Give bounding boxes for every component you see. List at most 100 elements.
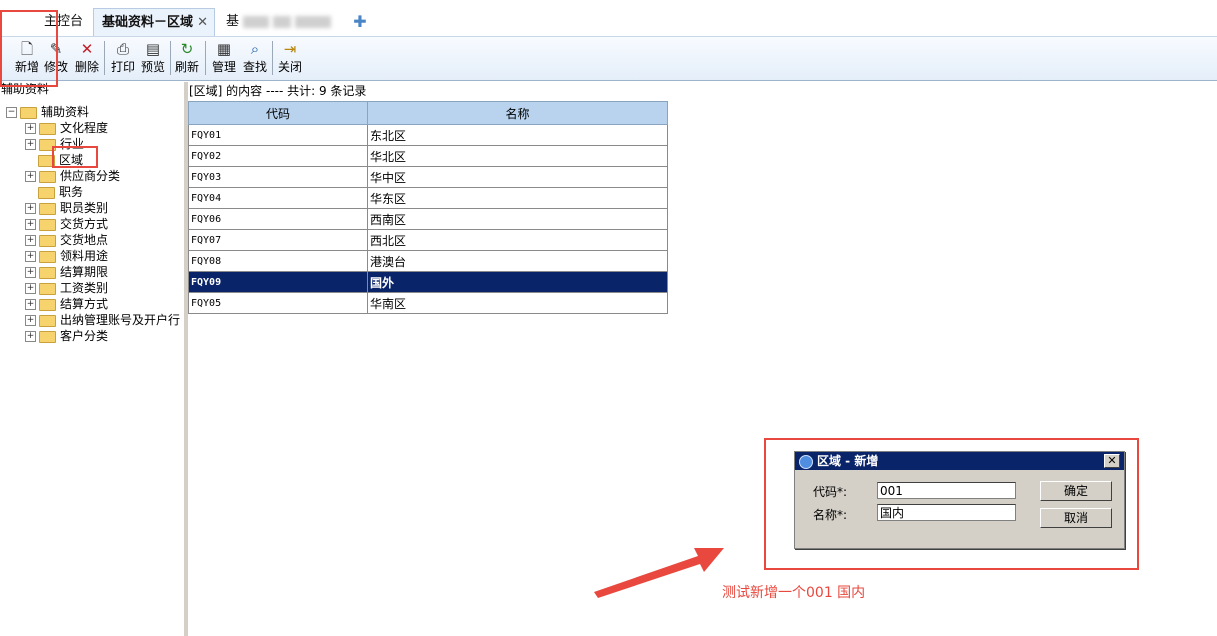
tree-item-label: 结算方式 [60,297,109,311]
collapse-icon[interactable]: − [6,107,17,118]
button-label: 删除 [74,60,99,74]
refresh-button[interactable]: ↻ 刷新 [172,39,202,79]
tab-label: 基础资料－区域 [102,15,194,30]
tab-basic-data-region[interactable]: 基础资料－区域 ✕ [93,8,215,36]
folder-icon [39,218,56,231]
column-header-name[interactable]: 名称 [367,101,668,125]
delete-button[interactable]: ✕ 删除 [72,39,102,79]
table-row[interactable]: FQY02 华北区 [188,145,668,167]
name-cell: 华南区 [367,292,668,314]
name-cell: 华北区 [367,145,668,167]
manage-button[interactable]: ▦ 管理 [209,39,239,79]
close-tab-icon[interactable]: ✕ [197,9,208,37]
expand-icon[interactable]: + [25,171,36,182]
blurred-text [273,15,292,28]
folder-icon [38,186,55,199]
button-label: 打印 [110,60,135,74]
name-input[interactable]: 国内 [877,504,1016,521]
expand-icon[interactable]: + [25,235,36,246]
tree-item[interactable]: + 供应商分类 [25,168,120,184]
tree-item[interactable]: + 交货方式 [25,216,108,232]
preview-button[interactable]: ▤ 预览 [138,39,168,79]
name-label: 名称*: [813,508,848,522]
refresh-icon: ↻ [180,40,194,58]
print-button[interactable]: ⎙ 打印 [108,39,138,79]
dialog-close-icon[interactable]: ✕ [1104,454,1120,468]
expand-icon[interactable]: + [25,123,36,134]
tree-item[interactable]: + 出纳管理账号及开户行 [25,312,180,328]
annotation-box-tree [52,146,98,168]
data-grid: 代码 名称 FQY01 东北区 FQY02 华北区 FQY03 华中区 FQY04 华东区 FQ… [188,101,668,314]
table-row[interactable]: FQY08 港澳台 [188,250,668,272]
expand-icon[interactable]: + [25,203,36,214]
button-label: 查找 [242,60,267,74]
expand-icon[interactable]: + [25,315,36,326]
find-button[interactable]: ⌕ 查找 [240,39,270,79]
preview-icon: ▤ [145,40,161,58]
tree-item[interactable]: + 交货地点 [25,232,108,248]
add-tab-icon[interactable]: ✚ [350,8,370,36]
tab-bar: 主控台 基础资料－区域 ✕ 基 ✚ [0,0,1217,37]
name-cell: 华东区 [367,187,668,209]
tree-item[interactable]: 职务 [38,184,83,200]
tree-item-label: 出纳管理账号及开户行 [60,313,181,327]
expand-icon[interactable]: + [25,219,36,230]
tree-item[interactable]: + 结算期限 [25,264,108,280]
tree-root[interactable]: − 辅助资料 [6,104,89,120]
dialog-title: 区域 - 新增 [817,454,879,468]
folder-icon [39,298,56,311]
name-cell: 华中区 [367,166,668,188]
expand-icon[interactable]: + [25,331,36,342]
tree-item[interactable]: + 结算方式 [25,296,108,312]
expand-icon[interactable]: + [25,299,36,310]
folder-icon [39,266,56,279]
column-header-code[interactable]: 代码 [188,101,368,125]
expand-icon[interactable]: + [25,251,36,262]
tree-item[interactable]: + 工资类别 [25,280,108,296]
table-row[interactable]: FQY04 华东区 [188,187,668,209]
expand-icon[interactable]: + [25,267,36,278]
folder-icon [39,202,56,215]
close-button[interactable]: ⇥ 关闭 [275,39,305,79]
tree-item[interactable]: + 客户分类 [25,328,108,344]
blurred-text [295,15,332,28]
button-label: 管理 [211,60,236,74]
table-row[interactable]: FQY05 华南区 [188,292,668,314]
find-icon: ⌕ [250,40,260,58]
table-row[interactable]: FQY06 西南区 [188,208,668,230]
folder-icon [39,170,56,183]
annotation-arrow [594,548,724,598]
delete-icon: ✕ [80,40,94,58]
button-label: 刷新 [174,60,199,74]
folder-icon [39,250,56,263]
tree-item-label: 职员类别 [60,201,109,215]
tree-item[interactable]: + 领料用途 [25,248,108,264]
folder-icon [39,122,56,135]
button-label: 关闭 [277,60,302,74]
table-row[interactable]: FQY09 国外 [188,271,668,293]
table-row[interactable]: FQY03 华中区 [188,166,668,188]
app-icon [799,455,813,469]
table-row[interactable]: FQY01 东北区 [188,124,668,146]
code-cell: FQY05 [188,292,368,314]
table-row[interactable]: FQY07 西北区 [188,229,668,251]
code-cell: FQY09 [188,271,368,293]
tree-item-label: 领料用途 [60,249,109,263]
name-cell: 西北区 [367,229,668,251]
folder-icon [20,106,37,119]
tree-item[interactable]: + 文化程度 [25,120,108,136]
code-label: 代码*: [813,485,848,499]
ok-button[interactable]: 确定 [1040,481,1112,501]
tree-item-label: 交货方式 [60,217,109,231]
name-cell: 东北区 [367,124,668,146]
code-cell: FQY04 [188,187,368,209]
expand-icon[interactable]: + [25,283,36,294]
expand-icon[interactable]: + [25,139,36,150]
code-input[interactable]: 001 [877,482,1016,499]
add-region-dialog: 区域 - 新增 ✕ 代码*: 001 名称*: 国内 确定 取消 [794,451,1125,549]
tree-item[interactable]: + 职员类别 [25,200,108,216]
cancel-button[interactable]: 取消 [1040,508,1112,528]
tab-third[interactable]: 基 [218,8,344,36]
code-cell: FQY06 [188,208,368,230]
name-cell: 国外 [367,271,668,293]
